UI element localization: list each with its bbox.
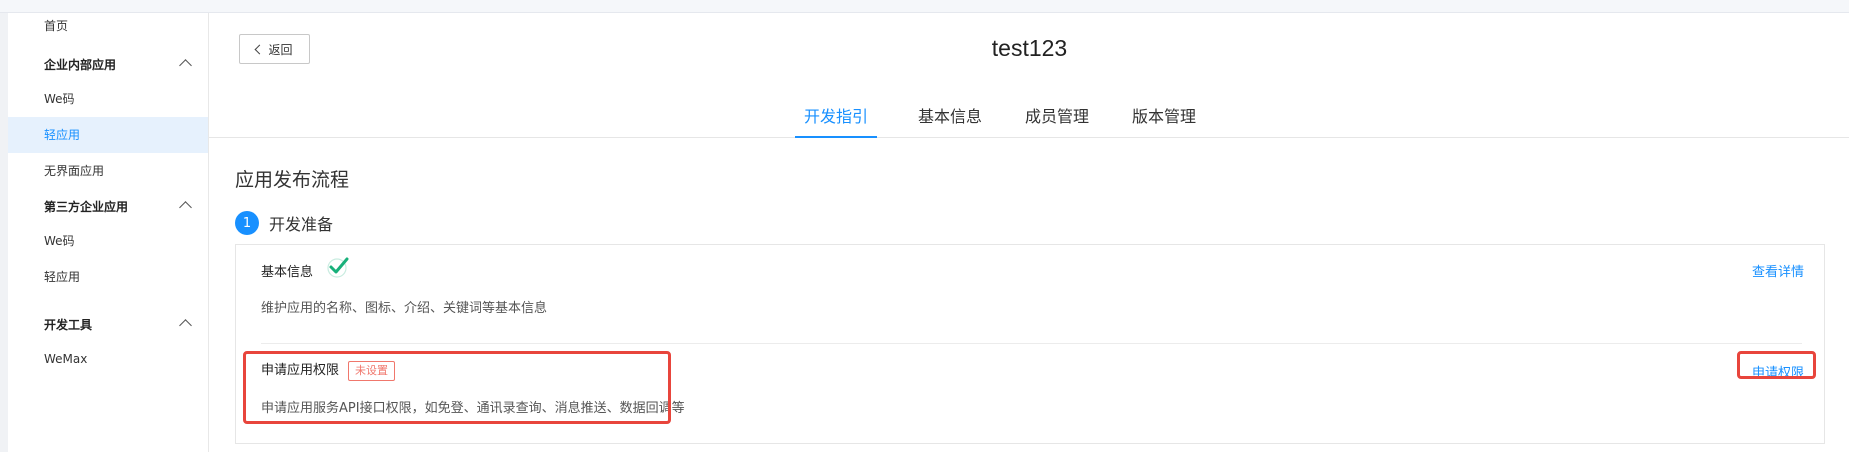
top-strip [0, 0, 1849, 13]
sidebar-group-label: 第三方企业应用 [44, 200, 129, 214]
sidebar-item-headless-app[interactable]: 无界面应用 [8, 153, 208, 189]
sidebar-group-label: 企业内部应用 [44, 58, 117, 72]
section-title: 应用发布流程 [235, 169, 350, 191]
sidebar-group-third-party[interactable]: 第三方企业应用 [8, 189, 208, 225]
main-panel: 返回 test123 开发指引 基本信息 成员管理 版本管理 应用发布流程 1 … [208, 13, 1849, 452]
step-number: 1 [235, 211, 259, 235]
highlight-box-permissions [243, 351, 671, 424]
tab-dev-guide[interactable]: 开发指引 [795, 97, 877, 138]
sidebar-item-wecode-3p[interactable]: We码 [8, 223, 208, 259]
sidebar: 首页 企业内部应用 We码 轻应用 无界面应用 第三方企业应用 We码 轻应用 … [8, 13, 208, 452]
check-icon [327, 257, 349, 278]
step-label: 开发准备 [269, 215, 334, 234]
chevron-up-icon [179, 201, 192, 214]
tab-version-mgmt[interactable]: 版本管理 [1123, 97, 1205, 138]
app-title: test123 [991, 35, 1068, 61]
row-title-basic-info: 基本信息 [261, 265, 314, 280]
row-divider [261, 343, 1802, 344]
tab-basic-info[interactable]: 基本信息 [909, 97, 991, 138]
tab-member-mgmt[interactable]: 成员管理 [1016, 97, 1098, 138]
sidebar-item-wemax[interactable]: WeMax [8, 341, 208, 377]
step-card: 基本信息 查看详情 维护应用的名称、图标、介绍、关键词等基本信息 申请应用权限未… [235, 244, 1825, 444]
sidebar-item-light-app-3p[interactable]: 轻应用 [8, 259, 208, 295]
sidebar-group-internal[interactable]: 企业内部应用 [8, 47, 208, 83]
sidebar-item-wecode[interactable]: We码 [8, 81, 208, 117]
step-header: 1 开发准备 [235, 211, 333, 235]
sidebar-group-dev-tools[interactable]: 开发工具 [8, 307, 208, 343]
view-details-link[interactable]: 查看详情 [1752, 261, 1804, 280]
tab-bar: 开发指引 基本信息 成员管理 版本管理 [209, 97, 1849, 138]
chevron-up-icon [179, 319, 192, 332]
row-desc-basic-info: 维护应用的名称、图标、介绍、关键词等基本信息 [261, 301, 548, 316]
chevron-up-icon [179, 59, 192, 72]
sidebar-item-light-app[interactable]: 轻应用 [8, 117, 208, 153]
highlight-box-apply [1737, 351, 1816, 379]
sidebar-item-home[interactable]: 首页 [8, 8, 208, 44]
sidebar-group-label: 开发工具 [44, 318, 93, 332]
